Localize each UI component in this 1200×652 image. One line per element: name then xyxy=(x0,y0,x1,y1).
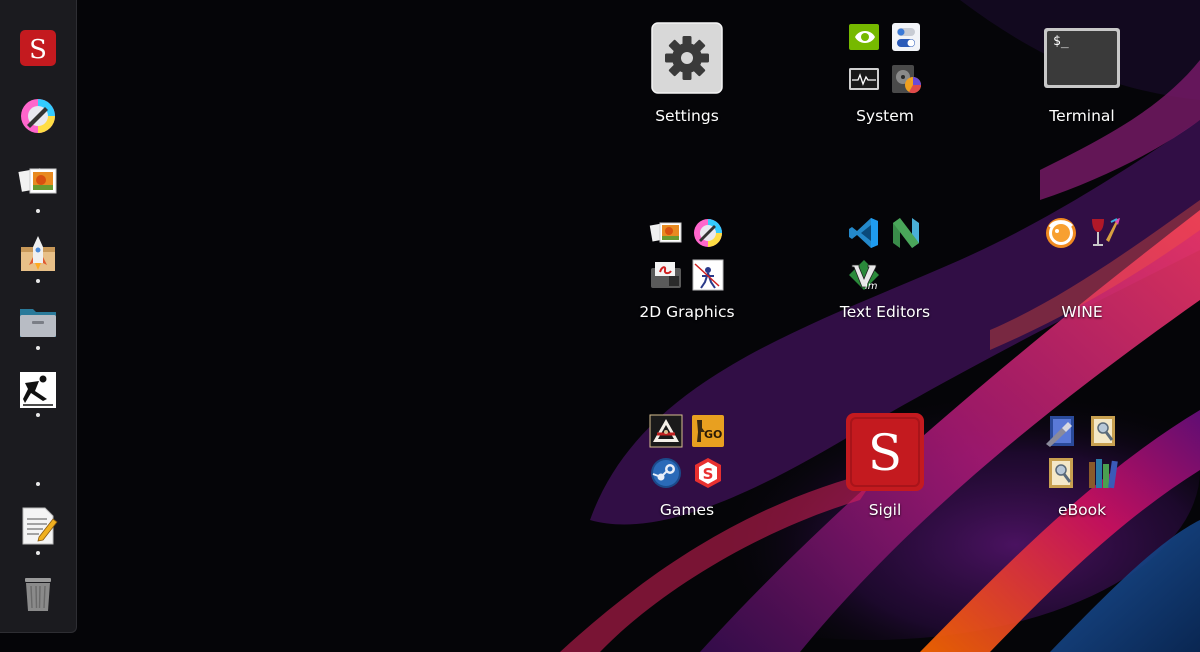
dock-item-sigil[interactable]: S xyxy=(14,24,62,72)
nvidia-icon xyxy=(849,24,879,50)
zbrush-icon xyxy=(20,372,56,408)
dock-running-indicator xyxy=(36,482,40,486)
dock-item-image-viewer[interactable] xyxy=(14,158,62,206)
krita-icon xyxy=(694,219,722,247)
neovim-icon xyxy=(893,218,919,248)
terminal-icon: $_ xyxy=(1044,28,1120,88)
dock-running-indicator xyxy=(36,413,40,417)
grid-item-settings[interactable]: Settings xyxy=(587,18,787,158)
calibre-edit-icon xyxy=(1046,416,1074,447)
vim-label-text: im xyxy=(865,281,878,292)
gear-icon xyxy=(651,22,723,94)
grid-item-label: System xyxy=(856,107,914,125)
folder-icon xyxy=(20,309,56,337)
dock-running-indicator xyxy=(36,209,40,213)
terminal-prompt: $_ xyxy=(1053,34,1069,49)
rocket-box-icon xyxy=(21,236,55,271)
image-viewer-icon xyxy=(18,168,57,194)
sigil-icon: S xyxy=(20,30,56,66)
dock-item-files[interactable] xyxy=(14,298,62,346)
calibre-viewer-icon xyxy=(1091,416,1115,446)
grid-item-label: Terminal xyxy=(1049,107,1115,125)
text-editor-icon xyxy=(22,507,58,545)
dock-item-app-installer[interactable] xyxy=(14,230,62,278)
grid-folder-text-editors[interactable]: im Text Editors xyxy=(785,214,985,354)
dock-item-krita[interactable] xyxy=(14,92,62,140)
calibre-books-icon xyxy=(1089,459,1118,489)
wine-glass-icon xyxy=(1092,218,1120,246)
grid-item-label: Sigil xyxy=(868,501,902,519)
dock-item-trash[interactable] xyxy=(14,570,62,618)
bottles-icon xyxy=(1046,218,1076,248)
disk-usage-icon xyxy=(892,65,922,94)
action-game-icon xyxy=(649,414,683,448)
drawing-icon xyxy=(692,259,724,291)
grid-item-sigil[interactable]: S Sigil xyxy=(785,412,985,552)
dock: S xyxy=(0,0,77,633)
grid-item-label: 2D Graphics xyxy=(639,303,735,321)
svg-text:S: S xyxy=(868,424,902,482)
substance-icon: S xyxy=(695,458,721,488)
grid-item-terminal[interactable]: $_ Terminal xyxy=(982,18,1182,158)
trash-icon xyxy=(25,578,51,611)
calibre-lib-icon xyxy=(1049,458,1073,488)
dock-running-indicator xyxy=(36,279,40,283)
dock-running-indicator xyxy=(36,551,40,555)
csgo-text: GO xyxy=(704,428,722,441)
grid-folder-2d-graphics[interactable]: 2D Graphics xyxy=(587,214,787,354)
toggle-settings-icon xyxy=(892,23,920,51)
vscode-icon xyxy=(849,218,878,248)
grid-folder-ebook[interactable]: eBook xyxy=(982,412,1182,552)
pdf-editor-icon xyxy=(651,262,681,288)
grid-folder-system[interactable]: System xyxy=(785,18,985,158)
grid-folder-wine[interactable]: WINE xyxy=(982,214,1182,354)
system-monitor-icon xyxy=(849,68,879,90)
grid-item-label: Games xyxy=(659,501,715,519)
dock-running-indicator xyxy=(36,346,40,350)
vim-icon: im xyxy=(849,260,879,292)
grid-item-label: Text Editors xyxy=(839,303,931,321)
dock-item-zbrush[interactable] xyxy=(14,366,62,414)
image-viewer-icon xyxy=(649,222,682,243)
dock-item-text-editor[interactable] xyxy=(14,502,62,550)
krita-icon xyxy=(21,99,55,133)
svg-text:S: S xyxy=(29,35,47,65)
csgo-icon: GO xyxy=(692,415,724,447)
grid-item-label: Settings xyxy=(655,107,719,125)
svg-text:S: S xyxy=(703,465,714,483)
steam-icon xyxy=(651,458,681,488)
grid-item-label: eBook xyxy=(1057,501,1107,519)
grid-folder-games[interactable]: GO S Games xyxy=(587,412,787,552)
grid-item-label: WINE xyxy=(1061,303,1103,321)
sigil-icon: S xyxy=(846,413,924,491)
